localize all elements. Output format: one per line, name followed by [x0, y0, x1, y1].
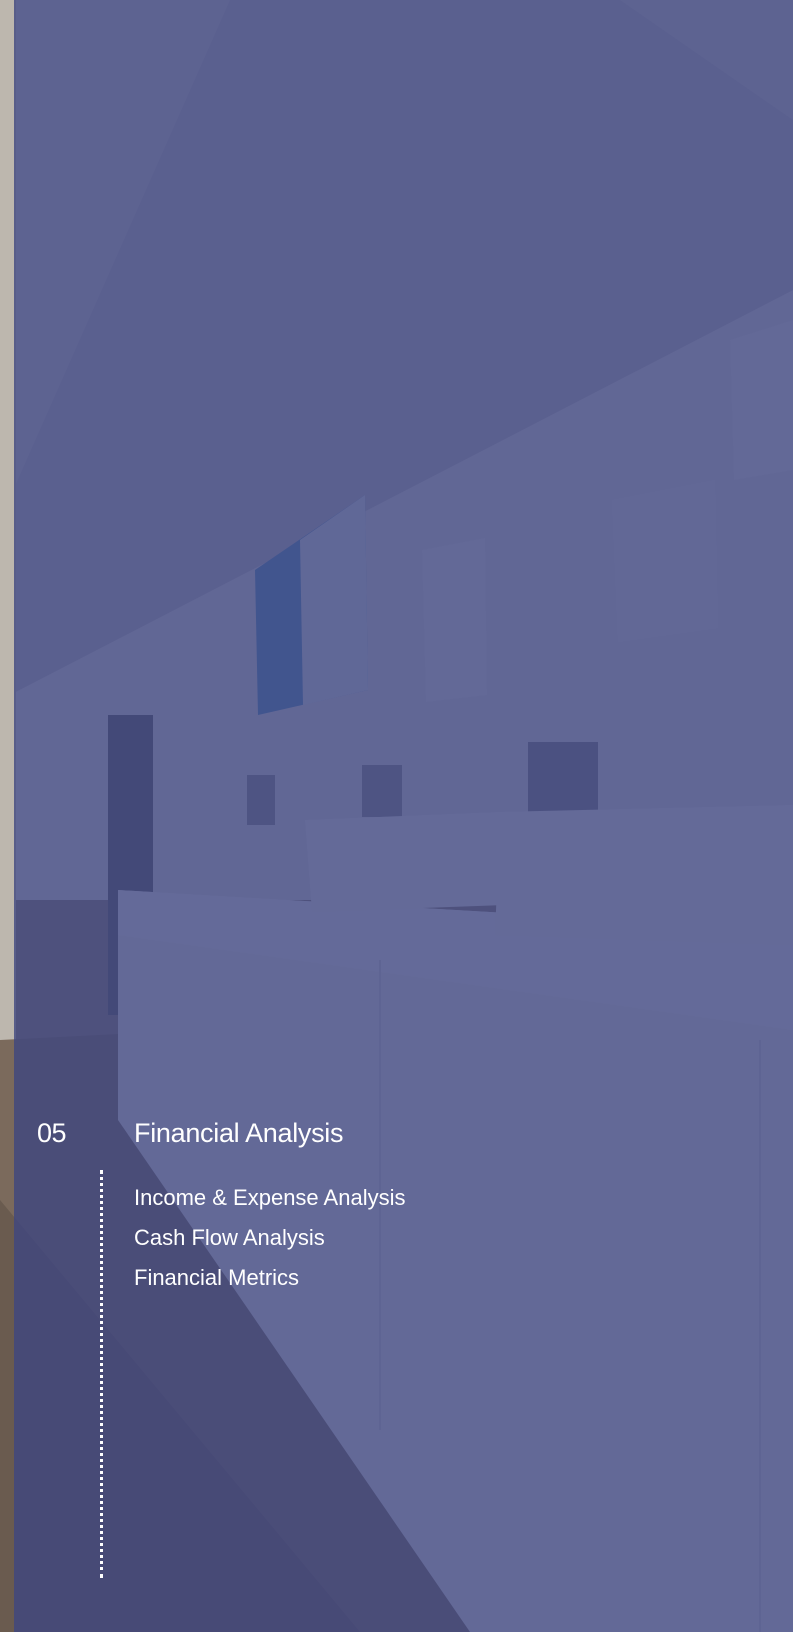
subsection-list: Income & Expense Analysis Cash Flow Anal…	[134, 1178, 405, 1298]
section-number: 05	[37, 1118, 67, 1148]
dotted-divider	[100, 1170, 103, 1578]
color-overlay	[14, 0, 793, 1632]
subsection-item-financial-metrics: Financial Metrics	[134, 1265, 300, 1290]
subsection-item-cash-flow: Cash Flow Analysis	[134, 1225, 325, 1250]
subsection-item-income-expense: Income & Expense Analysis	[134, 1185, 406, 1210]
section-title: Financial Analysis	[134, 1118, 344, 1148]
